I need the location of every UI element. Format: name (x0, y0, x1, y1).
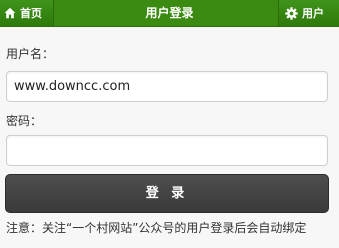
user-label: 用户 (302, 7, 324, 20)
login-button[interactable]: 登 录 (5, 174, 329, 213)
gear-icon (285, 6, 302, 20)
login-page: 首页 用户登录 用户 用户名： www.downcc.com 密码： 登 录 注… (0, 0, 339, 248)
notice-text: 注意：关注“一个村网站”公众号的用户登录后会自动绑定 (6, 221, 307, 235)
password-label: 密码： (6, 114, 43, 128)
username-label: 用户名： (6, 47, 55, 61)
home-icon (4, 7, 20, 19)
username-input[interactable] (6, 71, 328, 102)
home-button[interactable]: 首页 (0, 0, 54, 26)
user-button[interactable]: 用户 (278, 0, 339, 26)
password-input[interactable] (6, 135, 328, 166)
home-label: 首页 (20, 7, 42, 20)
header-bar: 首页 用户登录 用户 (0, 0, 339, 27)
